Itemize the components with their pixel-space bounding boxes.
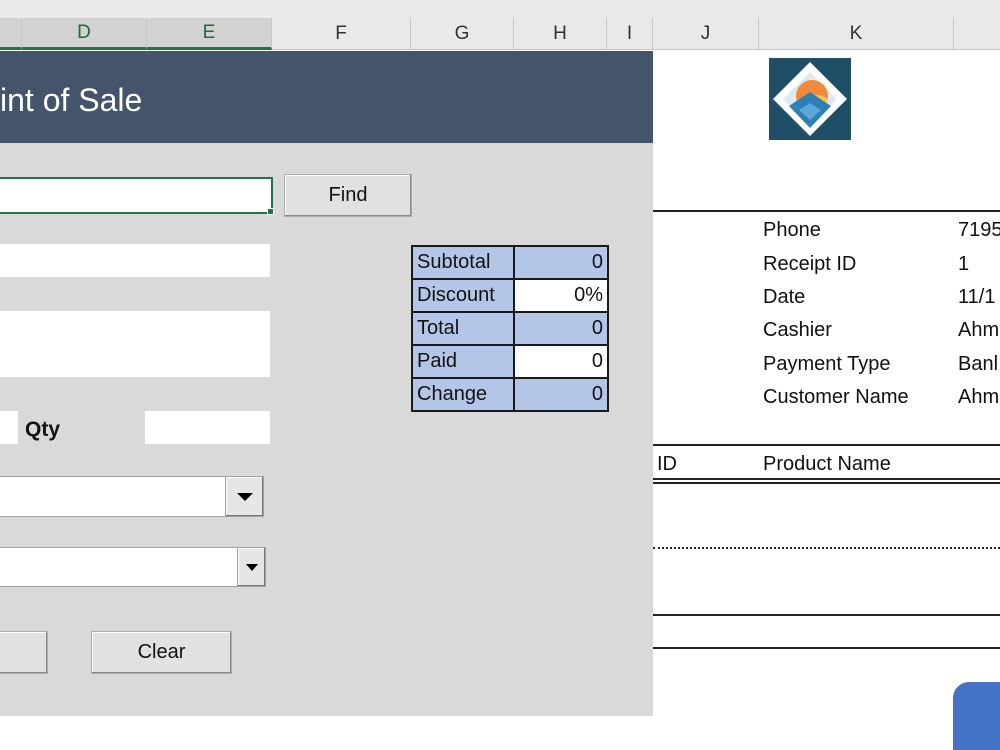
form-title: int of Sale xyxy=(0,82,143,118)
chevron-down-icon xyxy=(245,563,258,571)
table-row: Discount 0% xyxy=(411,278,609,313)
qty-label: Qty xyxy=(25,418,61,441)
column-header-k[interactable]: K xyxy=(759,18,954,50)
receipt-customer-name-label: Customer Name xyxy=(763,386,909,408)
chevron-down-icon xyxy=(236,492,253,501)
total-value[interactable]: 0 xyxy=(513,311,609,346)
discount-value[interactable]: 0% xyxy=(513,278,609,313)
totals-table: Subtotal 0 Discount 0% Total 0 Paid 0 Ch… xyxy=(411,245,609,412)
change-label: Change xyxy=(411,377,515,412)
receipt-dotted-divider xyxy=(653,547,1000,549)
table-row: Subtotal 0 xyxy=(411,245,609,280)
column-header-j[interactable]: J xyxy=(653,18,759,50)
store-logo xyxy=(769,58,851,140)
column-header-c[interactable] xyxy=(0,18,22,50)
receipt-col-product-name: Product Name xyxy=(763,453,891,475)
address-field[interactable] xyxy=(0,311,270,377)
subtotal-label: Subtotal xyxy=(411,245,515,280)
receipt-phone-label: Phone xyxy=(763,219,821,241)
receipt-phone-value: 7195 xyxy=(958,219,1000,241)
table-row: Change 0 xyxy=(411,377,609,412)
receipt-payment-type-value: Banl xyxy=(958,353,999,375)
receipt-cashier-value: Ahm xyxy=(958,319,1000,341)
receipt-col-id: ID xyxy=(657,453,677,475)
qty-field[interactable] xyxy=(145,411,270,444)
selection-fill-handle[interactable] xyxy=(267,208,274,215)
paid-value[interactable]: 0 xyxy=(513,344,609,379)
receipt-divider xyxy=(653,210,1000,212)
column-header-g[interactable]: G xyxy=(411,18,514,50)
column-header-e[interactable]: E xyxy=(147,18,272,50)
payment-type-dropdown[interactable] xyxy=(0,476,264,517)
column-header-i[interactable]: I xyxy=(607,18,653,50)
change-value[interactable]: 0 xyxy=(513,377,609,412)
subtotal-value[interactable]: 0 xyxy=(513,245,609,280)
dropdown-arrow-button[interactable] xyxy=(237,548,265,586)
clear-button[interactable]: Clear xyxy=(91,631,232,674)
column-header-l[interactable] xyxy=(954,18,1000,50)
receipt-divider xyxy=(653,482,1000,484)
receipt-payment-type-label: Payment Type xyxy=(763,353,891,375)
add-button[interactable] xyxy=(0,631,48,674)
receipt-divider xyxy=(653,647,1000,649)
receipt-divider xyxy=(653,478,1000,480)
receipt-id-label: Receipt ID xyxy=(763,253,857,275)
column-header-f[interactable]: F xyxy=(272,18,411,50)
print-button[interactable] xyxy=(953,682,1000,750)
discount-label: Discount xyxy=(411,278,515,313)
logo-icon xyxy=(769,58,851,140)
receipt-id-value: 1 xyxy=(958,253,970,275)
customer-field[interactable] xyxy=(0,244,270,277)
column-header-d[interactable]: D xyxy=(22,18,147,50)
total-label: Total xyxy=(411,311,515,346)
receipt-date-label: Date xyxy=(763,286,806,308)
column-header-bar: D E F G H I J K xyxy=(0,0,1000,50)
receipt-divider xyxy=(653,444,1000,446)
search-input[interactable] xyxy=(0,177,273,214)
product-field[interactable] xyxy=(0,411,18,444)
dropdown-arrow-button[interactable] xyxy=(225,477,263,516)
column-header-h[interactable]: H xyxy=(514,18,607,50)
receipt-divider xyxy=(653,614,1000,616)
table-row: Total 0 xyxy=(411,311,609,346)
table-row: Paid 0 xyxy=(411,344,609,379)
receipt-customer-name-value: Ahm xyxy=(958,386,1000,408)
find-button[interactable]: Find xyxy=(284,174,412,217)
paid-label: Paid xyxy=(411,344,515,379)
receipt-date-value: 11/1 xyxy=(958,286,996,308)
cashier-dropdown[interactable] xyxy=(0,547,266,587)
receipt-cashier-label: Cashier xyxy=(763,319,832,341)
